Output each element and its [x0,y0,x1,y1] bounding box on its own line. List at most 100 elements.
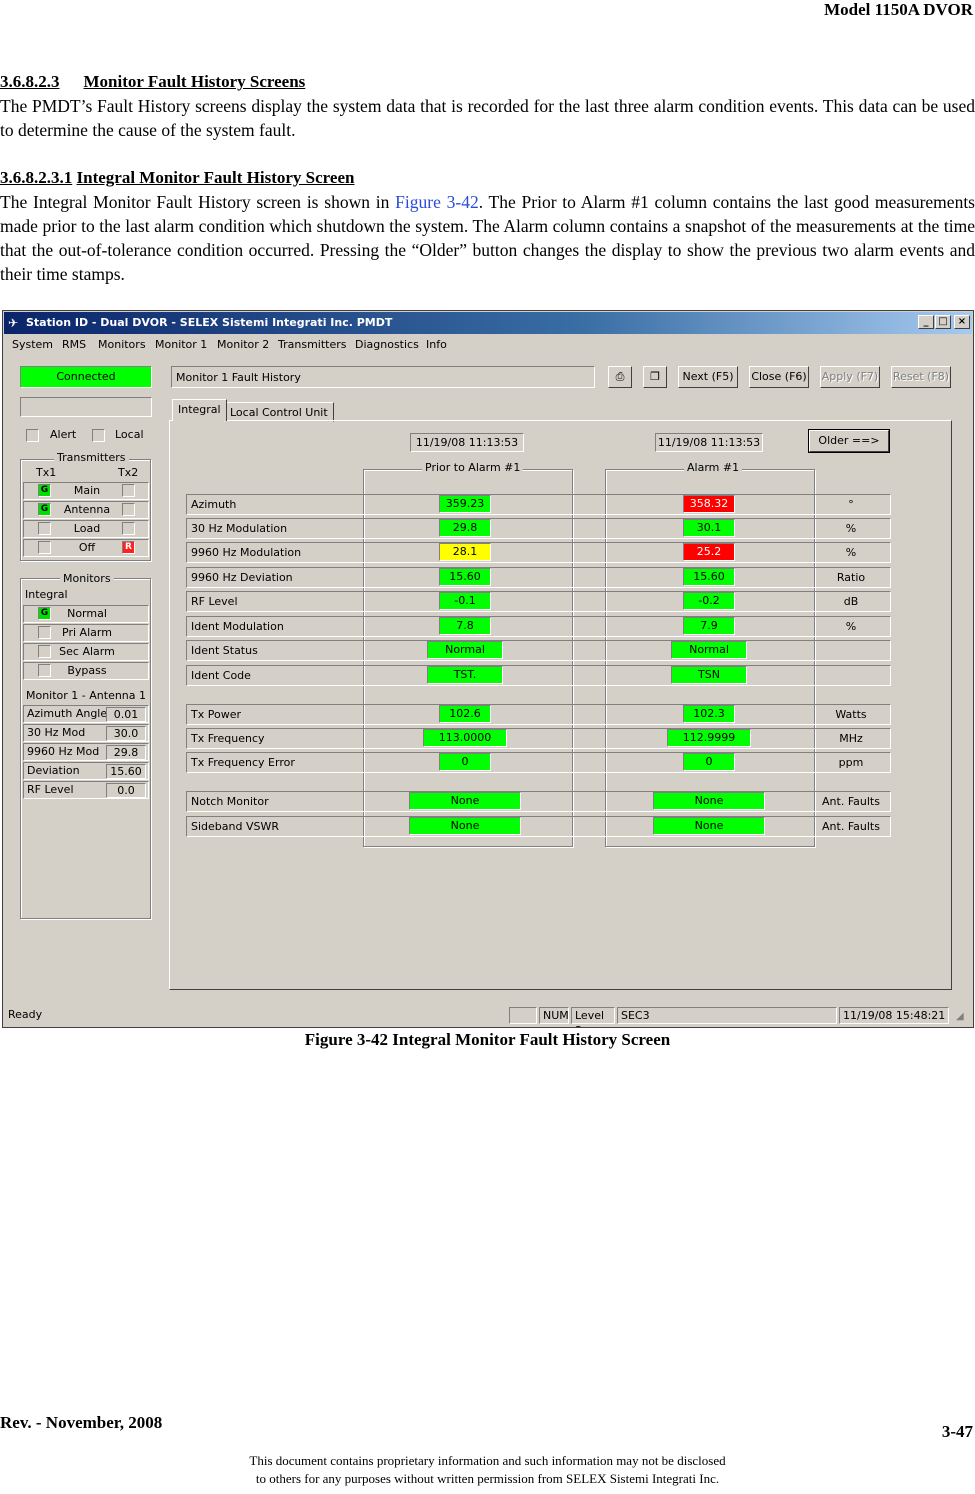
status-sec: SEC3 [617,1007,837,1024]
resize-grip-icon[interactable]: ◢ [956,1011,970,1025]
row-label: 30 Hz Modulation [191,522,288,535]
local-indicator [92,429,105,442]
table-row: Sideband VSWR [186,816,891,837]
prior-timestamp: 11/19/08 11:13:53 [410,433,524,452]
tab-local-control-unit[interactable]: Local Control Unit [224,402,334,422]
tx1-main-led: G [38,484,51,497]
tx2-load-led [122,522,135,535]
maximize-button[interactable]: □ [935,315,951,329]
older-button[interactable]: Older ==> [808,429,890,453]
next-button[interactable]: Next (F5) [678,366,738,388]
transmitter-row-antenna: G Antenna [23,501,149,519]
window-titlebar[interactable]: ✈ Station ID - Dual DVOR - SELEX Sistemi… [4,312,972,334]
monitor-antenna-subtitle: Monitor 1 - Antenna 1 [25,689,147,702]
subsection-number: 3.6.8.2.3.1 [0,168,73,187]
row-label: Tx Power [191,708,241,721]
print-button[interactable]: ⎙ [608,366,632,388]
screen-title-field: Monitor 1 Fault History [171,366,595,388]
subsection-heading-integral: 3.6.8.2.3.1 Integral Monitor Fault Histo… [0,168,354,188]
close-button[interactable]: Close (F6) [749,366,809,388]
connection-status-label: Connected [56,370,116,383]
bypass-label: Bypass [67,664,107,677]
alarm-timestamp: 11/19/08 11:13:53 [655,433,763,452]
reading-value: 0.01 [106,707,146,722]
reading-value: 29.8 [106,745,146,760]
alarm-value: -0.2 [683,592,735,610]
row-label: Ident Modulation [191,620,284,633]
printer-icon: ⎙ [615,370,625,383]
table-row: 30 Hz Modulation [186,518,891,539]
table-row: Ident Status [186,640,891,661]
local-label: Local [115,428,144,441]
reading-value: 30.0 [106,726,146,741]
status-num: NUM [539,1007,569,1024]
antenna-label: Antenna [63,503,111,516]
status-datetime: 11/19/08 15:48:21 [839,1007,949,1024]
alert-indicator [26,429,39,442]
row-label: Ident Code [191,669,251,682]
menu-rms[interactable]: RMS [62,338,86,351]
transmitter-row-load: Load [23,520,149,538]
sec-alarm-label: Sec Alarm [59,645,115,658]
alarm-value: 112.9999 [667,729,751,747]
monitors-title: Monitors [60,572,114,585]
minimize-button[interactable]: _ [918,315,934,329]
document-header: Model 1150A DVOR [824,0,973,19]
apply-button[interactable]: Apply (F7) [820,366,880,388]
monitor-row-bypass: Bypass [23,662,149,680]
table-row: Azimuth [186,494,891,515]
prior-value: 359.23 [439,495,491,513]
close-window-button[interactable]: × [954,315,970,329]
tx1-antenna-led: G [38,503,51,516]
copy-button[interactable]: ❐ [643,366,667,388]
sec-alarm-led [38,645,51,658]
table-row: Ident Code [186,665,891,686]
table-row: 9960 Hz Deviation [186,567,891,588]
pri-alarm-led [38,626,51,639]
unit-label: ppm [838,756,864,769]
menu-system[interactable]: System [12,338,53,351]
table-row: Ident Modulation [186,616,891,637]
figure-caption: Figure 3-42 Integral Monitor Fault Histo… [304,1030,671,1049]
row-label: Ident Status [191,644,258,657]
integral-label: Integral [25,588,68,601]
reset-button[interactable]: Reset (F8) [891,366,951,388]
menu-monitor-1[interactable]: Monitor 1 [155,338,207,351]
unit-label: % [845,546,857,559]
reading-label: 9960 Hz Mod [27,745,100,758]
alarm-value: 15.60 [683,568,735,586]
prior-value: None [409,817,521,835]
normal-label: Normal [67,607,107,620]
tab-integral[interactable]: Integral [172,399,227,421]
unit-label: Ratio [836,571,866,584]
table-row: 9960 Hz Modulation [186,542,891,563]
status-field-blank [20,397,152,417]
prior-value: 15.60 [439,568,491,586]
menu-info[interactable]: Info [426,338,447,351]
main-label: Main [73,484,101,497]
page-number: 3-47 [941,1422,973,1441]
figure-reference-link[interactable]: Figure 3-42 [395,192,479,212]
transmitters-title: Transmitters [54,451,129,464]
menu-monitor-2[interactable]: Monitor 2 [217,338,269,351]
proprietary-notice: This document contains proprietary infor… [0,1452,975,1488]
alarm-value: Normal [671,641,747,659]
table-row: RF Level [186,591,891,612]
menu-diagnostics[interactable]: Diagnostics [355,338,419,351]
paragraph-text-start: The Integral Monitor Fault History scree… [0,192,396,212]
menu-monitors[interactable]: Monitors [98,338,146,351]
menu-transmitters[interactable]: Transmitters [278,338,347,351]
alarm-value: None [653,817,765,835]
section-number: 3.6.8.2.3 [0,72,60,91]
alarm-1-title: Alarm #1 [684,461,743,474]
monitor-row-normal: G Normal [23,605,149,623]
prior-value: 0 [439,753,491,771]
status-ready: Ready [8,1008,43,1021]
tx2-main-led [122,484,135,497]
table-row: Tx Power [186,704,891,725]
prior-value: 113.0000 [423,729,507,747]
prior-value: 7.8 [439,617,491,635]
bypass-led [38,664,51,677]
status-blank [509,1007,537,1024]
prior-value: 102.6 [439,705,491,723]
